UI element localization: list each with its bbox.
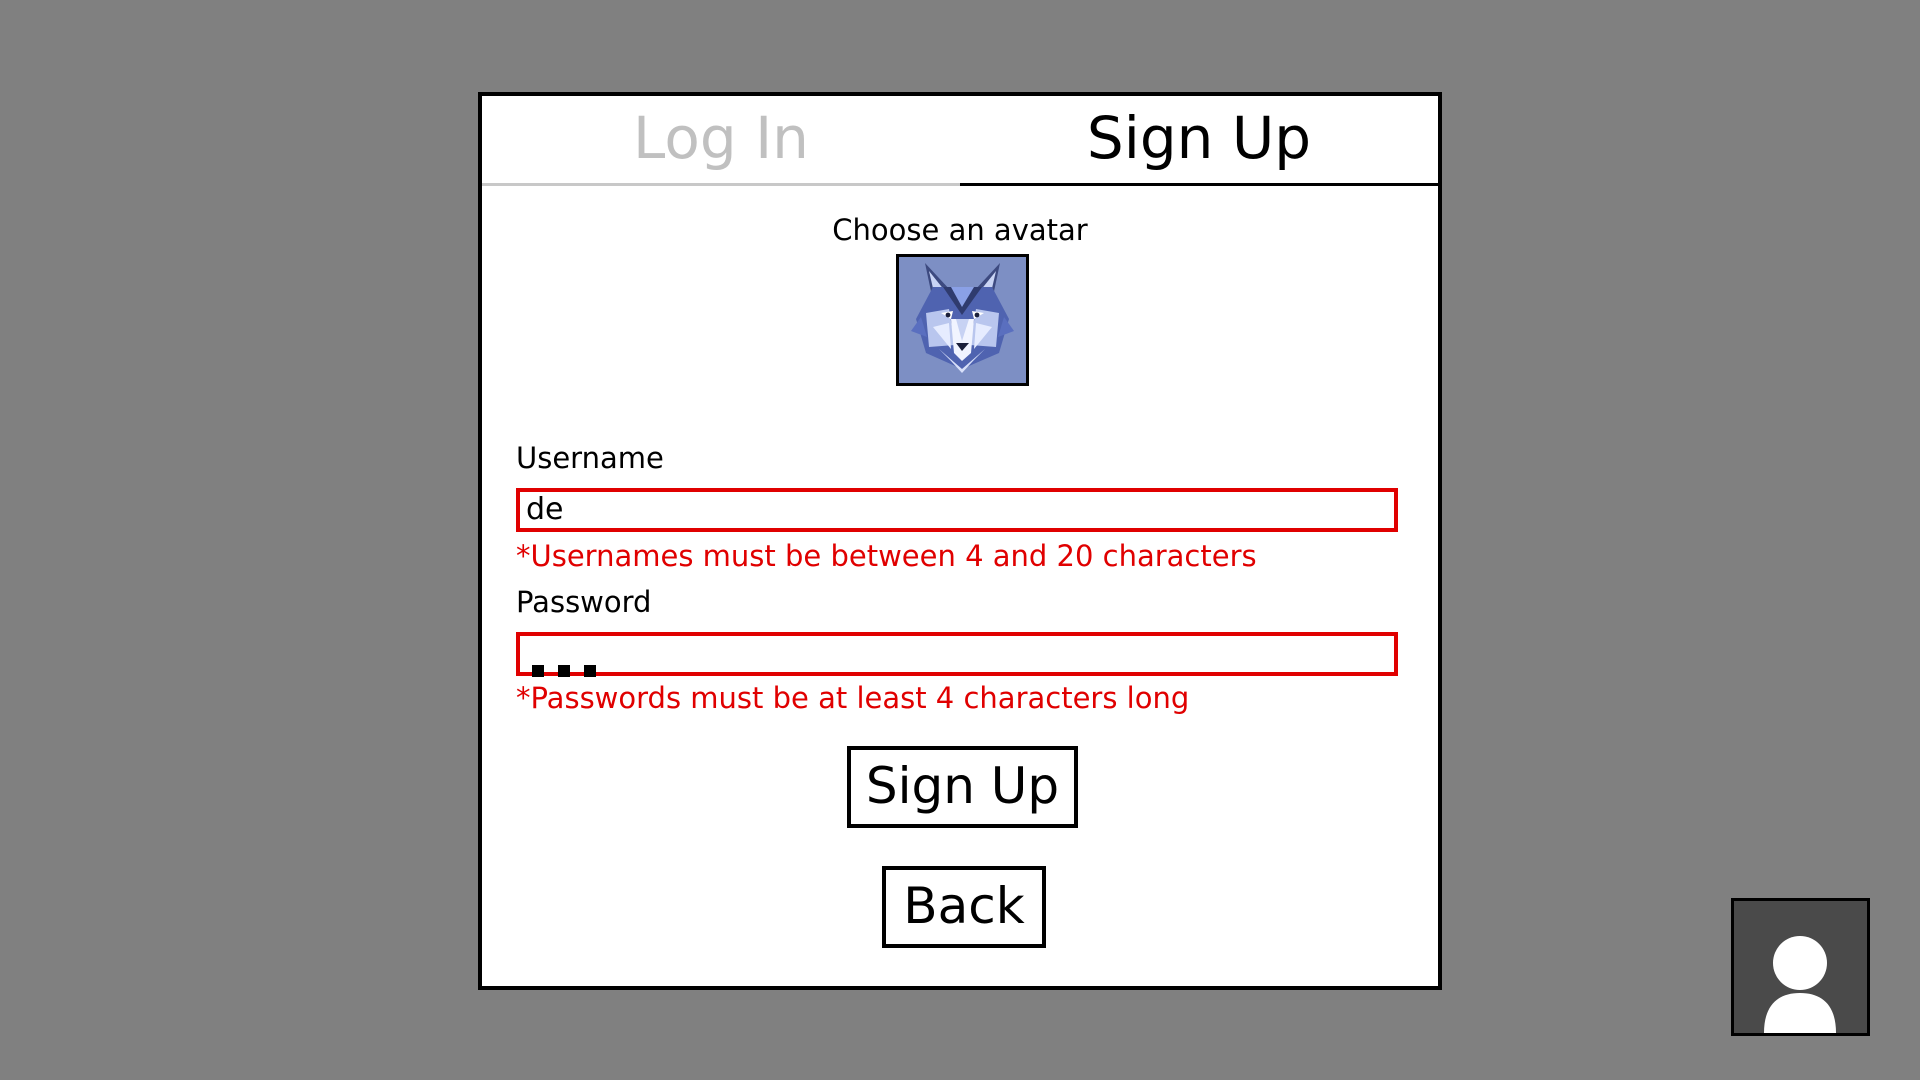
tab-sign-up[interactable]: Sign Up bbox=[960, 96, 1438, 186]
profile-button[interactable] bbox=[1731, 898, 1870, 1036]
user-silhouette-icon bbox=[1764, 936, 1836, 1033]
wolf-avatar-icon bbox=[899, 257, 1026, 383]
username-field[interactable]: de bbox=[516, 488, 1398, 532]
auth-dialog: Log In Sign Up Choose an avatar Username… bbox=[478, 92, 1442, 990]
auth-tabs: Log In Sign Up bbox=[482, 96, 1438, 186]
password-mask-dot bbox=[532, 665, 544, 677]
password-mask bbox=[532, 650, 610, 677]
sign-up-button[interactable]: Sign Up bbox=[847, 746, 1078, 828]
tab-log-in[interactable]: Log In bbox=[482, 96, 960, 186]
choose-avatar-label: Choose an avatar bbox=[832, 213, 1088, 247]
password-mask-dot bbox=[558, 665, 570, 677]
avatar-picker-button[interactable] bbox=[896, 254, 1029, 386]
password-field[interactable] bbox=[516, 632, 1398, 677]
username-error-message: *Usernames must be between 4 and 20 char… bbox=[516, 539, 1257, 573]
password-label: Password bbox=[516, 585, 652, 619]
password-mask-dot bbox=[584, 665, 596, 677]
back-button[interactable]: Back bbox=[882, 866, 1046, 948]
username-label: Username bbox=[516, 441, 664, 475]
password-error-message: *Passwords must be at least 4 characters… bbox=[516, 681, 1190, 715]
